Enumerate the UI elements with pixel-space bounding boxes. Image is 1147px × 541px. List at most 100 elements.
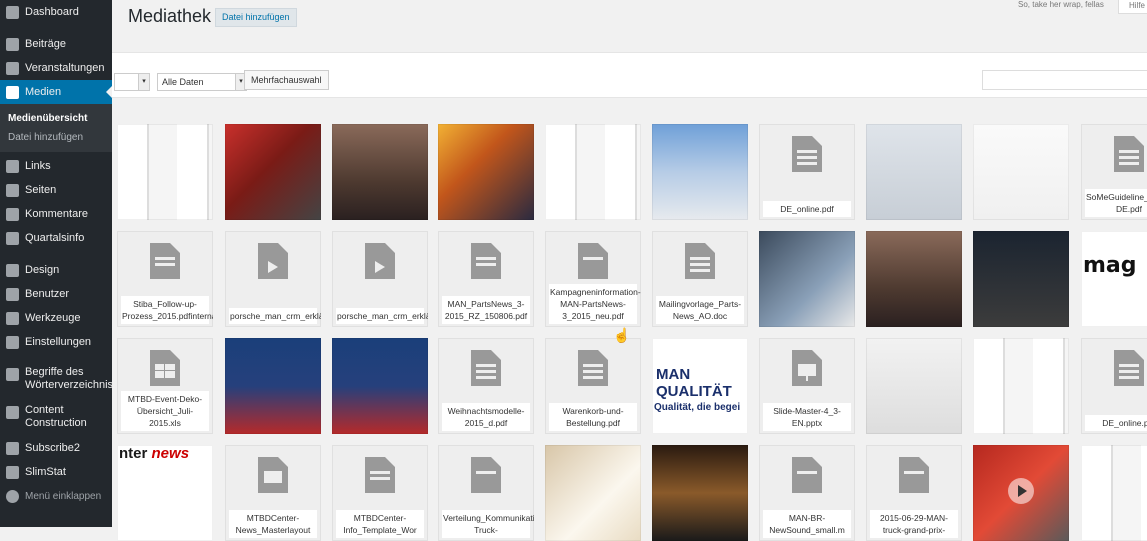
media-item-caption: 2015-06-29-MAN-truck-grand-prix-: [870, 510, 958, 538]
sidebar-item-veranstaltungen[interactable]: Veranstaltungen: [0, 60, 112, 76]
hello-dolly-text: So, take her wrap, fellas: [1018, 0, 1104, 9]
date-filter-select[interactable]: Alle Daten ▾: [157, 73, 247, 91]
sidebar-item-kommentare[interactable]: Kommentare: [0, 206, 112, 222]
document-icon: [150, 243, 180, 279]
media-item[interactable]: mag: [1081, 231, 1147, 327]
spreadsheet-icon: [150, 350, 180, 386]
media-item[interactable]: [866, 124, 962, 220]
media-item[interactable]: [332, 338, 428, 434]
media-item-caption: SoMeGuideline_MTB_corpo DE.pdf: [1085, 189, 1147, 217]
document-icon: [471, 350, 501, 386]
media-item[interactable]: porsche_man_crm_erklärfilm_small1.mp4: [225, 231, 321, 327]
document-icon: [685, 243, 715, 279]
media-item[interactable]: [117, 124, 213, 220]
sidebar-item-dashboard[interactable]: Dashboard: [0, 4, 112, 20]
chevron-down-icon: ▾: [138, 74, 149, 90]
media-type-filter[interactable]: ▾: [114, 73, 150, 91]
document-icon: [578, 350, 608, 386]
media-item-caption: MTBDCenter-Info_Template_Wor: [336, 510, 424, 538]
sidebar-item-label: Veranstaltungen: [25, 62, 105, 74]
submenu-item-datei-hinzufuegen[interactable]: Datei hinzufügen: [8, 132, 83, 143]
media-item[interactable]: [973, 124, 1069, 220]
date-filter-value: Alle Daten: [162, 77, 204, 87]
media-item[interactable]: [225, 338, 321, 434]
sidebar-item-label: SlimStat: [25, 466, 66, 478]
sidebar-item-medien[interactable]: Medien: [0, 80, 112, 104]
sidebar-item-seiten[interactable]: Seiten: [0, 182, 112, 198]
gear-icon: [6, 406, 19, 419]
document-icon: [258, 457, 288, 493]
sidebar-item-content-construction[interactable]: Content Construction: [0, 404, 112, 432]
help-button[interactable]: Hilfe: [1118, 0, 1147, 14]
media-item[interactable]: Slide-Master-4_3-EN.pptx: [759, 338, 855, 434]
pin-icon: [6, 231, 19, 245]
sidebar-item-label: Dashboard: [25, 6, 79, 18]
media-item-caption: DE_online.pdf: [1085, 415, 1147, 431]
media-item[interactable]: [225, 124, 321, 220]
calendar-icon: [6, 61, 19, 75]
media-item[interactable]: porsche_man_crm_erklärfilm_small.mp4: [332, 231, 428, 327]
page-title: Mediathek: [128, 6, 212, 26]
media-item[interactable]: [973, 231, 1069, 327]
sidebar-item-label: Content Construction: [25, 404, 87, 429]
sidebar-item-subscribe2[interactable]: Subscribe2: [0, 440, 112, 456]
link-icon: [6, 159, 19, 173]
sidebar-item-quartalsinfo[interactable]: Quartalsinfo: [0, 230, 112, 246]
media-item-caption: Verteilung_Kommunikationsmittel_100_Jahr…: [442, 510, 534, 538]
comment-icon: [6, 207, 19, 221]
media-item[interactable]: MAN_PartsNews_3-2015_RZ_150806.pdf: [438, 231, 534, 327]
sidebar-item-label: Quartalsinfo: [25, 232, 85, 244]
media-item[interactable]: Mailingvorlage_Parts-News_AO.doc: [652, 231, 748, 327]
sidebar-item-beitraege[interactable]: Beiträge: [0, 36, 112, 52]
news-masthead: nter news: [119, 445, 190, 462]
document-icon: [792, 136, 822, 172]
bulk-select-button[interactable]: Mehrfachauswahl: [244, 70, 329, 90]
user-icon: [6, 287, 19, 301]
media-item[interactable]: Weihnachtsmodelle-2015_d.pdf: [438, 338, 534, 434]
sidebar-item-label: Seiten: [25, 184, 57, 196]
media-logo-text: mag: [1083, 253, 1137, 278]
pin-icon: [6, 368, 19, 381]
media-item[interactable]: Kampagneninformation-MAN-PartsNews-3_201…: [545, 231, 641, 327]
sidebar-item-label: Werkzeuge: [25, 312, 81, 324]
mail-icon: [6, 441, 19, 455]
play-icon: [1008, 478, 1034, 504]
admin-sidebar: Dashboard Beiträge Veranstaltungen Medie…: [0, 0, 114, 527]
media-item[interactable]: DE_online.pdf: [1081, 338, 1147, 434]
media-item[interactable]: [332, 124, 428, 220]
document-icon: [1114, 350, 1144, 386]
media-item[interactable]: [866, 338, 962, 434]
sidebar-item-werkzeuge[interactable]: Werkzeuge: [0, 310, 112, 326]
sidebar-item-einstellungen[interactable]: Einstellungen: [0, 334, 112, 350]
media-item[interactable]: [438, 124, 534, 220]
document-icon: [1114, 136, 1144, 172]
collapse-menu-button[interactable]: Menü einklappen: [0, 488, 112, 504]
sidebar-item-begriffe[interactable]: Begriffe des Wörterverzeichnis: [0, 366, 114, 394]
media-item[interactable]: [545, 124, 641, 220]
media-item[interactable]: Warenkorb-und-Bestellung.pdf: [545, 338, 641, 434]
media-item-caption: porsche_man_crm_erklärfilm_small1.mp4: [229, 308, 321, 324]
sidebar-item-label: Medien: [25, 86, 62, 98]
sidebar-item-label: Begriffe des Wörterverzeichnis: [25, 366, 114, 391]
sidebar-item-design[interactable]: Design: [0, 262, 112, 278]
add-file-button[interactable]: Datei hinzufügen: [215, 8, 297, 27]
media-item[interactable]: [759, 231, 855, 327]
media-item[interactable]: [866, 231, 962, 327]
document-icon: [471, 243, 501, 279]
sidebar-item-links[interactable]: Links: [0, 158, 112, 174]
media-item[interactable]: [652, 124, 748, 220]
media-item[interactable]: MAN QUALITÄT Qualität, die begei: [652, 338, 748, 434]
search-input[interactable]: [982, 70, 1147, 90]
sidebar-item-benutzer[interactable]: Benutzer: [0, 286, 112, 302]
media-item[interactable]: [973, 338, 1069, 434]
media-icon: [6, 85, 19, 99]
media-item[interactable]: Stiba_Follow-up-Prozess_2015.pdfinternal…: [117, 231, 213, 327]
wrench-icon: [6, 311, 19, 325]
submenu-item-medienuebersicht[interactable]: Medienübersicht: [8, 113, 87, 124]
settings-icon: [6, 335, 19, 349]
media-item[interactable]: DE_online.pdf: [759, 124, 855, 220]
media-item[interactable]: MTBD-Event-Deko-Übersicht_Juli-2015.xls: [117, 338, 213, 434]
media-item[interactable]: SoMeGuideline_MTB_corpo DE.pdf: [1081, 124, 1147, 220]
sidebar-item-slimstat[interactable]: SlimStat: [0, 464, 112, 480]
media-item-caption: MTBD-Event-Deko-Übersicht_Juli-2015.xls: [121, 391, 209, 431]
